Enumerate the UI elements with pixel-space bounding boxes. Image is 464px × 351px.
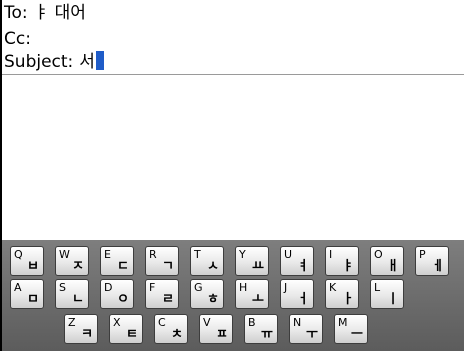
key-v[interactable]: Vㅍ: [199, 314, 233, 344]
key-g[interactable]: Gㅎ: [190, 279, 224, 309]
key-i[interactable]: Iㅑ: [325, 246, 359, 276]
key-u[interactable]: Uㅕ: [280, 246, 314, 276]
key-latin-label: M: [338, 316, 348, 329]
cc-label: Cc:: [4, 29, 31, 49]
key-l[interactable]: Lㅣ: [370, 279, 404, 309]
key-latin-label: G: [194, 281, 203, 294]
key-hangul-label: ㅛ: [252, 259, 264, 274]
to-label: To:: [4, 3, 28, 23]
key-hangul-label: ㅊ: [171, 327, 183, 342]
to-value[interactable]: ㅑ 대어: [34, 3, 86, 23]
key-e[interactable]: Eㄷ: [100, 246, 134, 276]
key-hangul-label: ㄷ: [117, 259, 129, 274]
key-hangul-label: ㅂ: [27, 259, 39, 274]
key-latin-label: B: [248, 316, 256, 329]
key-latin-label: N: [293, 316, 302, 329]
key-hangul-label: ㅋ: [81, 327, 93, 342]
key-latin-label: T: [194, 248, 201, 261]
key-hangul-label: ㅌ: [126, 327, 138, 342]
key-latin-label: D: [104, 281, 113, 294]
key-latin-label: Z: [68, 316, 76, 329]
key-s[interactable]: Sㄴ: [55, 279, 89, 309]
key-x[interactable]: Xㅌ: [109, 314, 143, 344]
key-hangul-label: ㄱ: [162, 259, 174, 274]
key-latin-label: K: [329, 281, 337, 294]
key-hangul-label: ㅡ: [351, 327, 363, 342]
key-hangul-label: ㅈ: [72, 259, 84, 274]
key-hangul-label: ㅐ: [387, 259, 399, 274]
key-latin-label: P: [419, 248, 426, 261]
key-p[interactable]: Pㅔ: [415, 246, 449, 276]
key-hangul-label: ㅠ: [261, 327, 273, 342]
key-hangul-label: ㅜ: [306, 327, 318, 342]
key-latin-label: F: [149, 281, 156, 294]
key-latin-label: X: [113, 316, 121, 329]
key-hangul-label: ㅅ: [207, 259, 219, 274]
key-latin-label: W: [59, 248, 70, 261]
key-d[interactable]: Dㅇ: [100, 279, 134, 309]
key-latin-label: Q: [14, 248, 23, 261]
key-hangul-label: ㅗ: [252, 292, 264, 307]
key-w[interactable]: Wㅈ: [55, 246, 89, 276]
compose-screen: To: ㅑ 대어 Cc: Subject: 서 QㅂWㅈEㄷRㄱTㅅYㅛUㅕIㅑOㅐ…: [0, 0, 464, 351]
key-t[interactable]: Tㅅ: [190, 246, 224, 276]
key-latin-label: L: [374, 281, 381, 294]
key-hangul-label: ㅣ: [387, 292, 399, 307]
key-latin-label: U: [284, 248, 293, 261]
key-latin-label: J: [284, 281, 288, 294]
key-hangul-label: ㅁ: [27, 292, 39, 307]
subject-value[interactable]: 서: [79, 52, 95, 72]
key-latin-label: Y: [239, 248, 246, 261]
key-c[interactable]: Cㅊ: [154, 314, 188, 344]
key-o[interactable]: Oㅐ: [370, 246, 404, 276]
key-y[interactable]: Yㅛ: [235, 246, 269, 276]
key-latin-label: S: [59, 281, 66, 294]
message-body[interactable]: [2, 75, 464, 240]
key-latin-label: H: [239, 281, 248, 294]
key-hangul-label: ㅏ: [342, 292, 354, 307]
key-hangul-label: ㅔ: [432, 259, 444, 274]
key-hangul-label: ㅕ: [297, 259, 309, 274]
key-j[interactable]: Jㅓ: [280, 279, 314, 309]
key-hangul-label: ㄹ: [162, 292, 174, 307]
key-z[interactable]: Zㅋ: [64, 314, 98, 344]
key-f[interactable]: Fㄹ: [145, 279, 179, 309]
key-b[interactable]: Bㅠ: [244, 314, 278, 344]
key-hangul-label: ㅎ: [207, 292, 219, 307]
key-r[interactable]: Rㄱ: [145, 246, 179, 276]
cc-field[interactable]: Cc:: [4, 28, 37, 50]
subject-field[interactable]: Subject: 서: [4, 51, 104, 73]
key-hangul-label: ㅓ: [297, 292, 309, 307]
subject-label: Subject:: [4, 52, 74, 72]
text-cursor: [95, 51, 104, 70]
key-latin-label: E: [104, 248, 111, 261]
key-hangul-label: ㅍ: [216, 327, 228, 342]
virtual-keyboard: QㅂWㅈEㄷRㄱTㅅYㅛUㅕIㅑOㅐPㅔAㅁSㄴDㅇFㄹGㅎHㅗJㅓKㅏLㅣZㅋ…: [2, 240, 464, 351]
key-h[interactable]: Hㅗ: [235, 279, 269, 309]
key-latin-label: C: [158, 316, 166, 329]
key-hangul-label: ㅇ: [117, 292, 129, 307]
to-field[interactable]: To: ㅑ 대어: [4, 2, 86, 24]
key-latin-label: O: [374, 248, 383, 261]
key-k[interactable]: Kㅏ: [325, 279, 359, 309]
key-hangul-label: ㅑ: [342, 259, 354, 274]
key-latin-label: R: [149, 248, 157, 261]
key-m[interactable]: Mㅡ: [334, 314, 368, 344]
key-latin-label: V: [203, 316, 211, 329]
key-a[interactable]: Aㅁ: [10, 279, 44, 309]
key-latin-label: A: [14, 281, 22, 294]
key-n[interactable]: Nㅜ: [289, 314, 323, 344]
key-hangul-label: ㄴ: [72, 292, 84, 307]
key-q[interactable]: Qㅂ: [10, 246, 44, 276]
key-latin-label: I: [329, 248, 333, 261]
